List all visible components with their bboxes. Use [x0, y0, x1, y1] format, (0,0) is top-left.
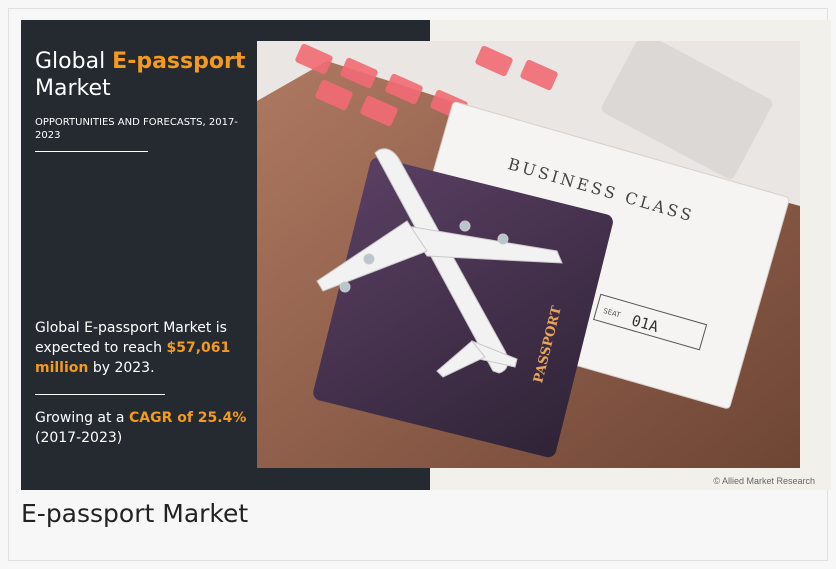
- title-prefix: Global: [35, 49, 113, 74]
- title-divider: [35, 151, 148, 152]
- travel-photo-illustration: BUSINESS CLASS SEAT 01A PASSPORT: [257, 41, 800, 468]
- market-size-suffix: by 2023.: [88, 360, 155, 376]
- title-line2: Market: [35, 76, 111, 101]
- infographic-title: Global E-passport Market: [35, 48, 245, 102]
- title-accent: E-passport: [112, 49, 246, 74]
- infographic-subtitle: OPPORTUNITIES AND FORECASTS, 2017-2023: [35, 117, 238, 141]
- market-infographic: Global E-passport Market OPPORTUNITIES A…: [21, 20, 831, 490]
- market-size-text: Global E-passport Market is expected to …: [35, 318, 255, 378]
- cagr-prefix: Growing at a: [35, 410, 129, 426]
- travel-photo: BUSINESS CLASS SEAT 01A PASSPORT: [257, 41, 800, 468]
- cagr-value: CAGR of 25.4%: [128, 410, 247, 426]
- cagr-text: Growing at a CAGR of 25.4% (2017-2023): [35, 408, 255, 448]
- stat-divider: [35, 394, 165, 395]
- copyright-text: © Allied Market Research: [713, 476, 815, 486]
- cagr-period: (2017-2023): [35, 430, 123, 446]
- image-caption: E-passport Market: [21, 499, 249, 528]
